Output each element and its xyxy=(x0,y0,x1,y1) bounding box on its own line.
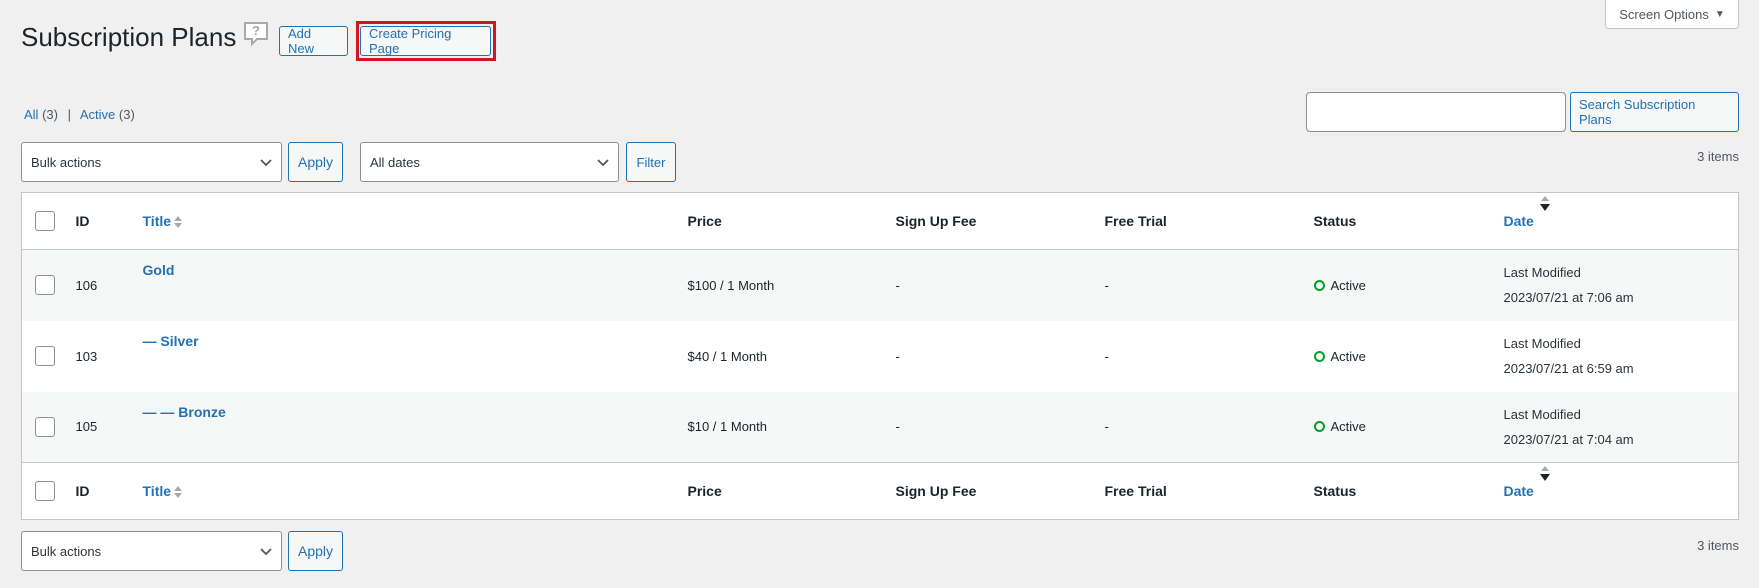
status-active-icon xyxy=(1313,350,1325,362)
view-all-link[interactable]: All xyxy=(24,107,38,122)
row-checkbox[interactable] xyxy=(35,346,55,366)
view-active-count: (3) xyxy=(118,107,135,122)
column-date[interactable]: Date xyxy=(1504,193,1739,250)
column-title-link[interactable]: Title xyxy=(143,483,172,499)
help-icon[interactable]: ? xyxy=(243,21,269,47)
row-price: $40 / 1 Month xyxy=(687,348,768,364)
apply-button[interactable]: Apply xyxy=(288,142,343,182)
date-filter-select[interactable]: All dates xyxy=(360,142,619,182)
row-title-link[interactable]: — Silver xyxy=(143,333,199,349)
row-date-label: Last Modified xyxy=(1503,406,1581,422)
items-count-bottom: 3 items xyxy=(1697,538,1739,553)
table-row: 106 Gold $100 / 1 Month - - Active Last … xyxy=(21,249,1739,321)
apply-button-bottom[interactable]: Apply xyxy=(288,531,343,571)
column-date-link[interactable]: Date xyxy=(1504,213,1534,229)
select-all-checkbox[interactable] xyxy=(35,211,55,231)
column-free-trial: Free Trial xyxy=(1104,213,1167,229)
create-pricing-page-button[interactable]: Create Pricing Page xyxy=(360,26,491,56)
column-title[interactable]: Title xyxy=(143,193,688,250)
column-price: Price xyxy=(687,213,722,229)
plans-table: ID Title Price Sign Up Fee Free Trial St… xyxy=(21,192,1739,520)
row-status-label: Active xyxy=(1330,348,1366,364)
row-free-trial: - xyxy=(1104,348,1109,364)
row-id: 105 xyxy=(75,419,98,435)
sort-icon xyxy=(174,216,183,229)
row-status-label: Active xyxy=(1330,277,1366,293)
status-active-icon xyxy=(1313,279,1325,291)
row-signup-fee: - xyxy=(895,419,900,435)
add-new-button[interactable]: Add New xyxy=(279,26,348,56)
column-status: Status xyxy=(1313,213,1357,229)
caret-down-icon: ▼ xyxy=(1714,8,1725,20)
screen-options-label: Screen Options xyxy=(1619,6,1709,22)
page-title: Subscription Plans xyxy=(21,22,237,52)
screen-options-button[interactable]: Screen Options ▼ xyxy=(1605,0,1739,29)
column-signup-fee-footer: Sign Up Fee xyxy=(895,483,977,499)
row-date-value: 2023/07/21 at 6:59 am xyxy=(1503,361,1634,376)
column-status-footer: Status xyxy=(1313,483,1357,499)
table-row: 105 — — Bronze $10 / 1 Month - - Active … xyxy=(21,391,1739,463)
svg-text:?: ? xyxy=(252,23,260,38)
chevron-down-icon xyxy=(260,159,272,167)
row-signup-fee: - xyxy=(895,277,900,293)
row-price: $100 / 1 Month xyxy=(687,277,775,293)
row-title-link[interactable]: — — Bronze xyxy=(143,404,226,420)
column-title-link[interactable]: Title xyxy=(143,213,172,229)
row-date-label: Last Modified xyxy=(1503,265,1581,281)
row-date: Last Modified 2023/07/21 at 6:59 am xyxy=(1504,321,1739,392)
view-separator: | xyxy=(67,107,71,122)
column-signup-fee: Sign Up Fee xyxy=(895,213,977,229)
row-checkbox[interactable] xyxy=(35,416,55,437)
chevron-down-icon xyxy=(260,548,272,556)
table-footer-row: ID Title Price Sign Up Fee Free Trial St… xyxy=(21,462,1739,520)
chevron-down-icon xyxy=(597,159,609,167)
search-button[interactable]: Search Subscription Plans xyxy=(1570,92,1739,132)
row-free-trial: - xyxy=(1104,419,1109,435)
row-id: 106 xyxy=(75,277,98,293)
column-id: ID xyxy=(75,213,90,229)
row-checkbox[interactable] xyxy=(35,275,55,296)
row-signup-fee: - xyxy=(895,348,900,364)
sort-icon xyxy=(174,486,183,499)
column-free-trial-footer: Free Trial xyxy=(1104,483,1167,499)
status-active-icon xyxy=(1313,421,1325,433)
column-date-footer[interactable]: Date xyxy=(1504,463,1739,520)
row-title-link[interactable]: Gold xyxy=(143,262,175,278)
column-id-footer: ID xyxy=(75,483,90,499)
column-title-footer[interactable]: Title xyxy=(143,463,688,520)
sort-desc-icon xyxy=(1539,196,1550,211)
view-active-link[interactable]: Active xyxy=(80,107,115,122)
row-free-trial: - xyxy=(1104,277,1109,293)
items-count: 3 items xyxy=(1697,149,1739,164)
column-date-link[interactable]: Date xyxy=(1504,483,1534,499)
row-price: $10 / 1 Month xyxy=(687,419,768,435)
table-row: 103 — Silver $40 / 1 Month - - Active La… xyxy=(22,321,1739,392)
column-price-footer: Price xyxy=(687,483,722,499)
status-views: All (3) | Active (3) xyxy=(24,107,135,122)
row-status: Active xyxy=(1313,392,1504,463)
sort-desc-icon xyxy=(1539,466,1550,481)
row-status-label: Active xyxy=(1330,419,1366,435)
date-filter-value: All dates xyxy=(370,154,420,170)
bulk-actions-select-bottom[interactable]: Bulk actions xyxy=(21,531,282,571)
filter-button[interactable]: Filter xyxy=(626,142,676,182)
bulk-actions-value: Bulk actions xyxy=(31,154,102,170)
row-id: 103 xyxy=(75,348,98,364)
select-all-checkbox-footer[interactable] xyxy=(35,481,55,501)
row-status: Active xyxy=(1313,250,1504,321)
bulk-actions-select[interactable]: Bulk actions xyxy=(21,142,282,182)
row-status: Active xyxy=(1313,321,1504,392)
row-date-value: 2023/07/21 at 7:06 am xyxy=(1503,290,1634,306)
table-header-row: ID Title Price Sign Up Fee Free Trial St… xyxy=(21,193,1739,250)
row-date-value: 2023/07/21 at 7:04 am xyxy=(1503,431,1634,447)
view-all-count: (3) xyxy=(42,107,58,122)
row-date-label: Last Modified xyxy=(1503,336,1581,351)
row-date: Last Modified 2023/07/21 at 7:04 am xyxy=(1504,392,1739,463)
bulk-actions-value: Bulk actions xyxy=(31,543,102,559)
search-input[interactable] xyxy=(1306,92,1566,132)
row-date: Last Modified 2023/07/21 at 7:06 am xyxy=(1504,250,1739,321)
